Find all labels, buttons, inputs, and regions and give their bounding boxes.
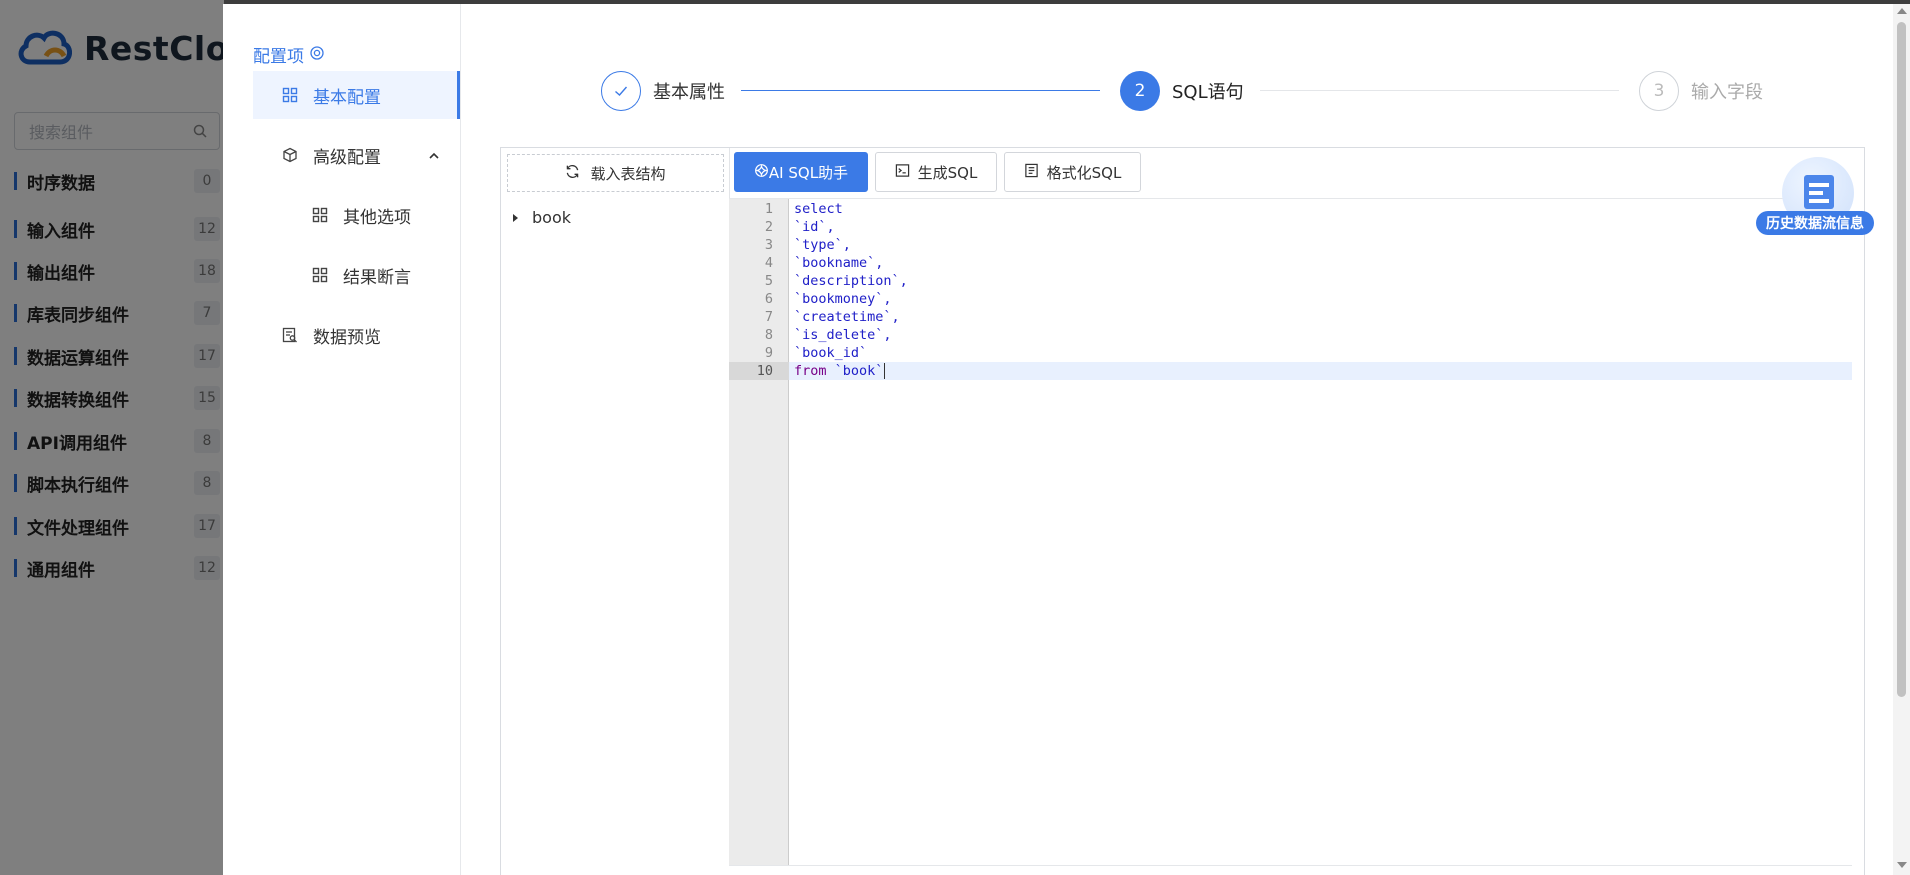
code-line-active: 10 from `book` (729, 362, 1852, 380)
chevron-up-icon[interactable] (428, 147, 440, 167)
code-line: 9 `book_id` (764, 345, 868, 361)
nav-item-data-preview[interactable]: 数据预览 (253, 311, 460, 359)
code-line: 3 `type`, (764, 237, 851, 253)
nav-item-other-options[interactable]: 其他选项 (253, 191, 460, 239)
scrollbar-thumb[interactable] (1897, 22, 1906, 697)
config-nav-title: 配置项 (253, 42, 324, 67)
step-input-fields[interactable]: 3 输入字段 (1639, 71, 1763, 111)
step-label: SQL语句 (1172, 82, 1244, 103)
code-line: 7 `createtime`, (764, 309, 900, 325)
nav-divider (460, 4, 461, 875)
code-line: 5 `description`, (764, 273, 908, 289)
config-drawer: 配置项 基本配置 高级配置 其他选项 结果断言 数据预览 基本属性 2 SQL语… (223, 4, 1910, 875)
load-button-label: 载入表结构 (590, 164, 666, 183)
history-dataflow-button[interactable]: 历史数据流信息 (1756, 211, 1874, 235)
code-line: 4 `bookname`, (764, 255, 884, 271)
terminal-icon (895, 163, 910, 182)
step-index: 2 (1120, 71, 1160, 111)
ai-spark-icon (754, 163, 769, 182)
nav-item-advanced-config[interactable]: 高级配置 (253, 131, 460, 179)
grid-icon (281, 86, 299, 104)
scroll-down-icon[interactable] (1897, 862, 1907, 868)
check-icon (601, 71, 641, 111)
format-icon (1024, 163, 1039, 182)
format-button-label: 格式化SQL (1046, 163, 1122, 182)
format-sql-button[interactable]: 格式化SQL (1004, 152, 1141, 192)
step-label: 基本属性 (653, 82, 725, 103)
code-line: 2 `id`, (764, 219, 835, 235)
nav-item-label: 数据预览 (313, 327, 381, 348)
grid-icon (311, 206, 329, 224)
nav-item-label: 基本配置 (313, 87, 381, 108)
nav-item-result-assertion[interactable]: 结果断言 (253, 251, 460, 299)
generate-button-label: 生成SQL (917, 163, 978, 182)
cube-icon (281, 146, 299, 164)
table-tree-node[interactable]: book (513, 208, 571, 227)
sql-code-editor[interactable]: 1 select 2 `id`, 3 `type`, 4 `bookname`, 5 `d… (729, 198, 1852, 866)
step-connector (1260, 90, 1619, 91)
ai-button-label: AI SQL助手 (768, 163, 849, 182)
generate-sql-button[interactable]: 生成SQL (875, 152, 997, 192)
caret-right-icon[interactable] (513, 213, 518, 222)
step-index: 3 (1639, 71, 1679, 111)
load-table-structure-button[interactable]: 载入表结构 (507, 154, 724, 192)
step-connector (741, 90, 1100, 91)
code-line: 6 `bookmoney`, (764, 291, 892, 307)
text-cursor (884, 363, 886, 379)
scroll-up-icon[interactable] (1897, 8, 1907, 14)
grid-icon (311, 266, 329, 284)
step-sql-statement[interactable]: 2 SQL语句 (1120, 71, 1244, 111)
code-line: 8 `is_delete`, (764, 327, 892, 343)
target-icon (310, 45, 324, 65)
ai-sql-assistant-button[interactable]: AI SQL助手 (734, 152, 868, 192)
nav-item-label: 高级配置 (313, 147, 381, 168)
sql-panel: 载入表结构 book AI SQL助手 生成SQL 格式化SQL 1 selec… (500, 147, 1865, 875)
refresh-icon (565, 164, 580, 183)
tree-node-label: book (532, 208, 571, 227)
code-text: from `book` (794, 363, 884, 379)
nav-item-basic-config[interactable]: 基本配置 (253, 71, 460, 119)
nav-item-label: 结果断言 (343, 267, 411, 288)
step-basic-properties[interactable]: 基本属性 (601, 71, 725, 111)
code-line: 1 select (764, 201, 843, 217)
preview-icon (281, 326, 299, 344)
step-label: 输入字段 (1691, 82, 1763, 103)
nav-item-label: 其他选项 (343, 207, 411, 228)
sql-keyword: from (794, 363, 827, 379)
